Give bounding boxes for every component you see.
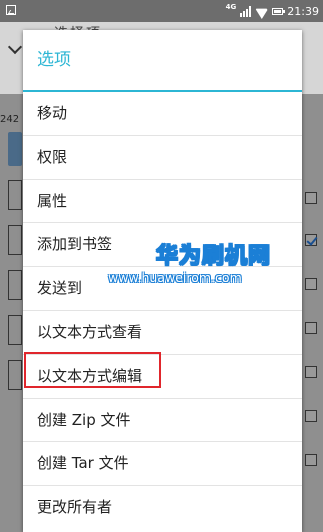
dialog-title: 选项 [37,50,71,70]
wifi-icon [255,6,268,16]
watermark-cn: 华为刷机网 [155,244,272,270]
checkbox [305,410,317,422]
checkbox [305,454,317,466]
chevron-down-icon [7,39,23,55]
watermark: 华为刷机网 www.huaweirom.com [108,238,278,296]
signal-icon [240,5,252,17]
list-item [8,315,22,345]
watermark-url: www.huaweirom.com [108,270,242,285]
list-item [8,360,22,390]
gallery-notification-icon [6,5,16,15]
battery-icon [272,7,286,15]
background-number: 242 [0,114,20,125]
checkbox [305,192,317,204]
checkbox [305,278,317,290]
menu-item-create-zip[interactable]: 创建 Zip 文件 [23,399,302,443]
menu-item-permissions[interactable]: 权限 [23,136,302,180]
menu-item-properties[interactable]: 属性 [23,180,302,224]
file-thumbnail [8,132,22,166]
checkbox-checked [305,234,317,246]
list-item [8,225,22,255]
menu-item-change-owner[interactable]: 更改所有者 [23,486,302,530]
checkbox [305,366,317,378]
list-item [8,180,22,210]
list-item [8,270,22,300]
network-type: 4G [225,3,237,11]
menu-item-create-tar[interactable]: 创建 Tar 文件 [23,442,302,487]
highlight-box [24,352,161,388]
options-menu: 移动 权限 属性 添加到书签 发送到 以文本方式查看 以文本方式编辑 创建 Zi… [23,92,302,530]
menu-item-view-as-text[interactable]: 以文本方式查看 [23,311,302,355]
clock: 21:39 [287,4,319,18]
checkbox [305,322,317,334]
status-bar: 4G 21:39 [0,0,323,22]
menu-item-move[interactable]: 移动 [23,92,302,136]
status-icons: 4G 21:39 [226,0,319,22]
